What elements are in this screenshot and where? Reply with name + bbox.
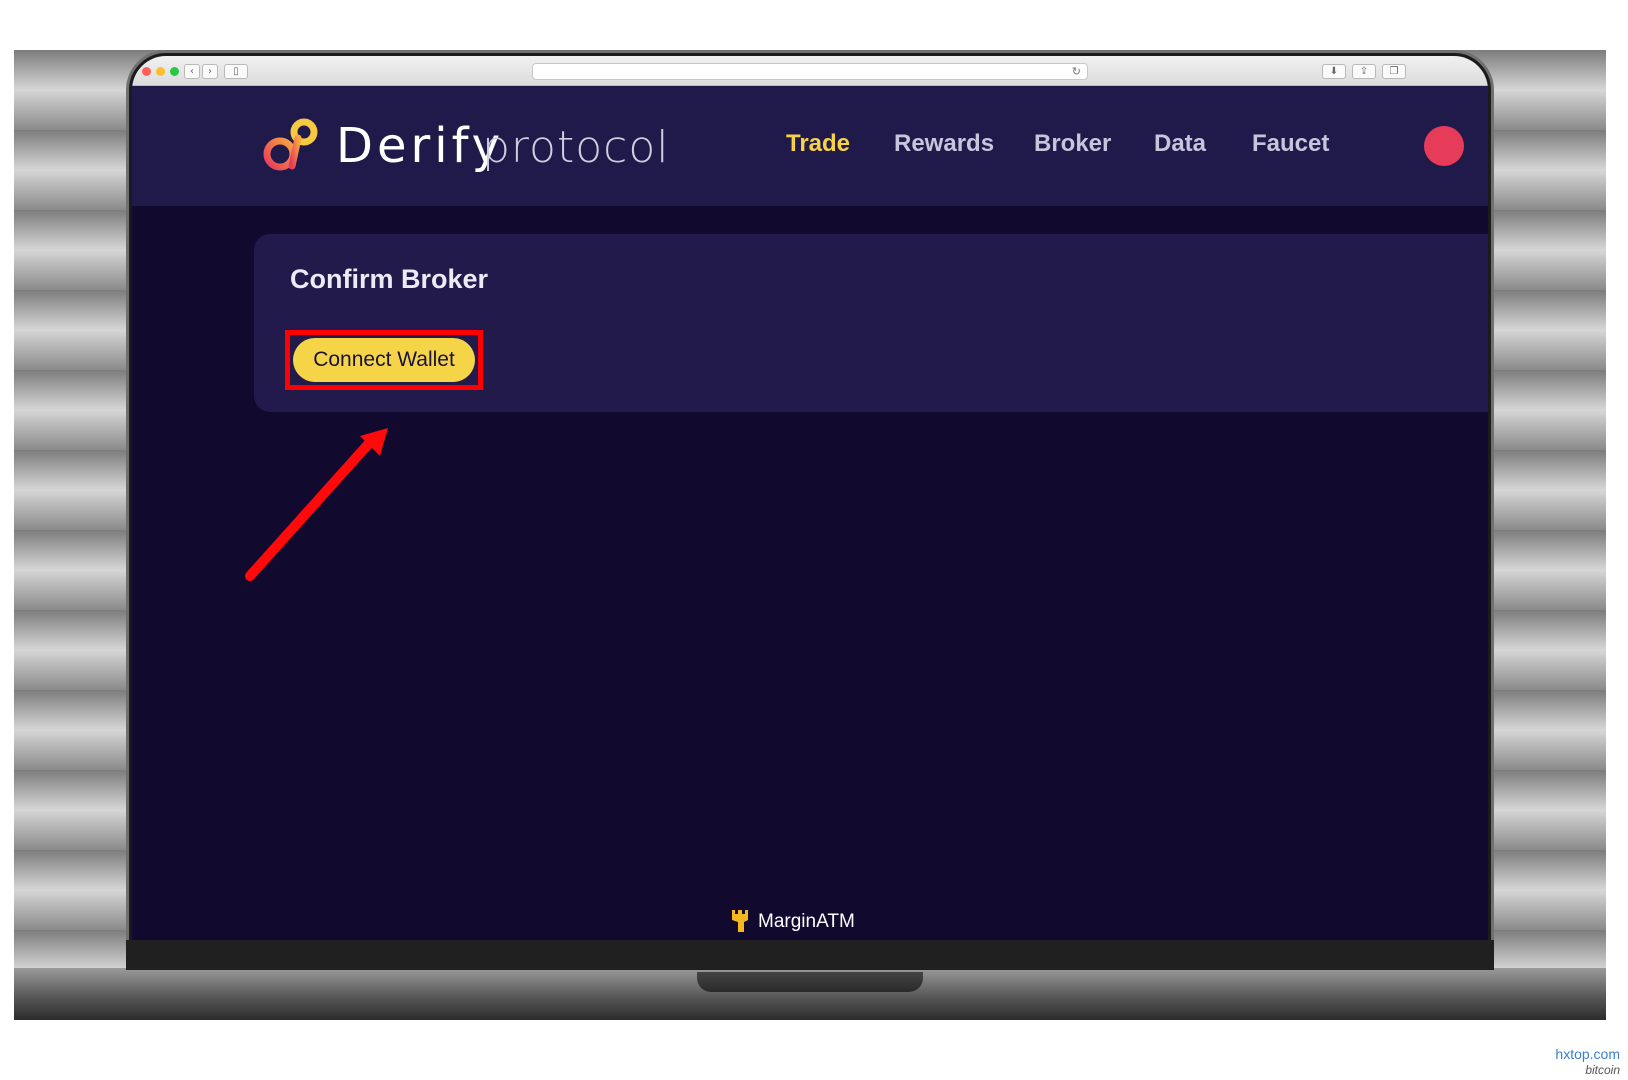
maximize-window-icon[interactable] bbox=[170, 67, 179, 76]
forward-arrow-icon[interactable]: › bbox=[202, 64, 218, 79]
sidebar-toggle-icon[interactable]: ▯ bbox=[224, 64, 248, 79]
close-window-icon[interactable] bbox=[142, 67, 151, 76]
nav-item-faucet[interactable]: Faucet bbox=[1252, 130, 1329, 158]
logo-subtitle: protocol bbox=[482, 122, 670, 173]
footer-brand-label: MarginATM bbox=[758, 911, 855, 932]
nav-item-broker[interactable]: Broker bbox=[1034, 130, 1111, 158]
watermark-sub: bitcoin bbox=[1585, 1063, 1620, 1077]
browser-toolbar: ‹ › ▯ ↻ ⬇ ⇪ ❐ bbox=[132, 56, 1488, 86]
nav-item-rewards[interactable]: Rewards bbox=[894, 130, 994, 158]
logo-wordmark: Derify bbox=[336, 118, 505, 174]
derify-infinity-logo-icon bbox=[263, 118, 318, 171]
watermark: hxtop.com bitcoin bbox=[1555, 1046, 1620, 1078]
card-title: Confirm Broker bbox=[290, 264, 489, 294]
back-arrow-icon[interactable]: ‹ bbox=[184, 64, 200, 79]
nav-item-data[interactable]: Data bbox=[1154, 130, 1206, 158]
watermark-site: hxtop.com bbox=[1555, 1046, 1620, 1062]
app-header: Derify protocol Trade Rewards Broker Dat… bbox=[132, 86, 1488, 206]
address-bar[interactable]: ↻ bbox=[532, 63, 1088, 80]
download-icon[interactable]: ⬇ bbox=[1322, 64, 1346, 79]
wallet-avatar-icon[interactable] bbox=[1424, 126, 1464, 166]
nav-item-trade[interactable]: Trade bbox=[786, 130, 850, 158]
tabs-overview-icon[interactable]: ❐ bbox=[1382, 64, 1406, 79]
reload-icon[interactable]: ↻ bbox=[1072, 65, 1081, 79]
minimize-window-icon[interactable] bbox=[156, 67, 165, 76]
connect-wallet-button[interactable]: Connect Wallet bbox=[293, 338, 475, 382]
screen-bottom-bar bbox=[126, 940, 1494, 970]
laptop-screen: ‹ › ▯ ↻ ⬇ ⇪ ❐ Derify protocol Trade Rewa… bbox=[132, 56, 1488, 968]
laptop-notch bbox=[697, 972, 923, 992]
marginatm-castle-icon bbox=[732, 910, 748, 932]
share-icon[interactable]: ⇪ bbox=[1352, 64, 1376, 79]
confirm-broker-card: Confirm Broker Connect Wallet bbox=[254, 234, 1488, 412]
